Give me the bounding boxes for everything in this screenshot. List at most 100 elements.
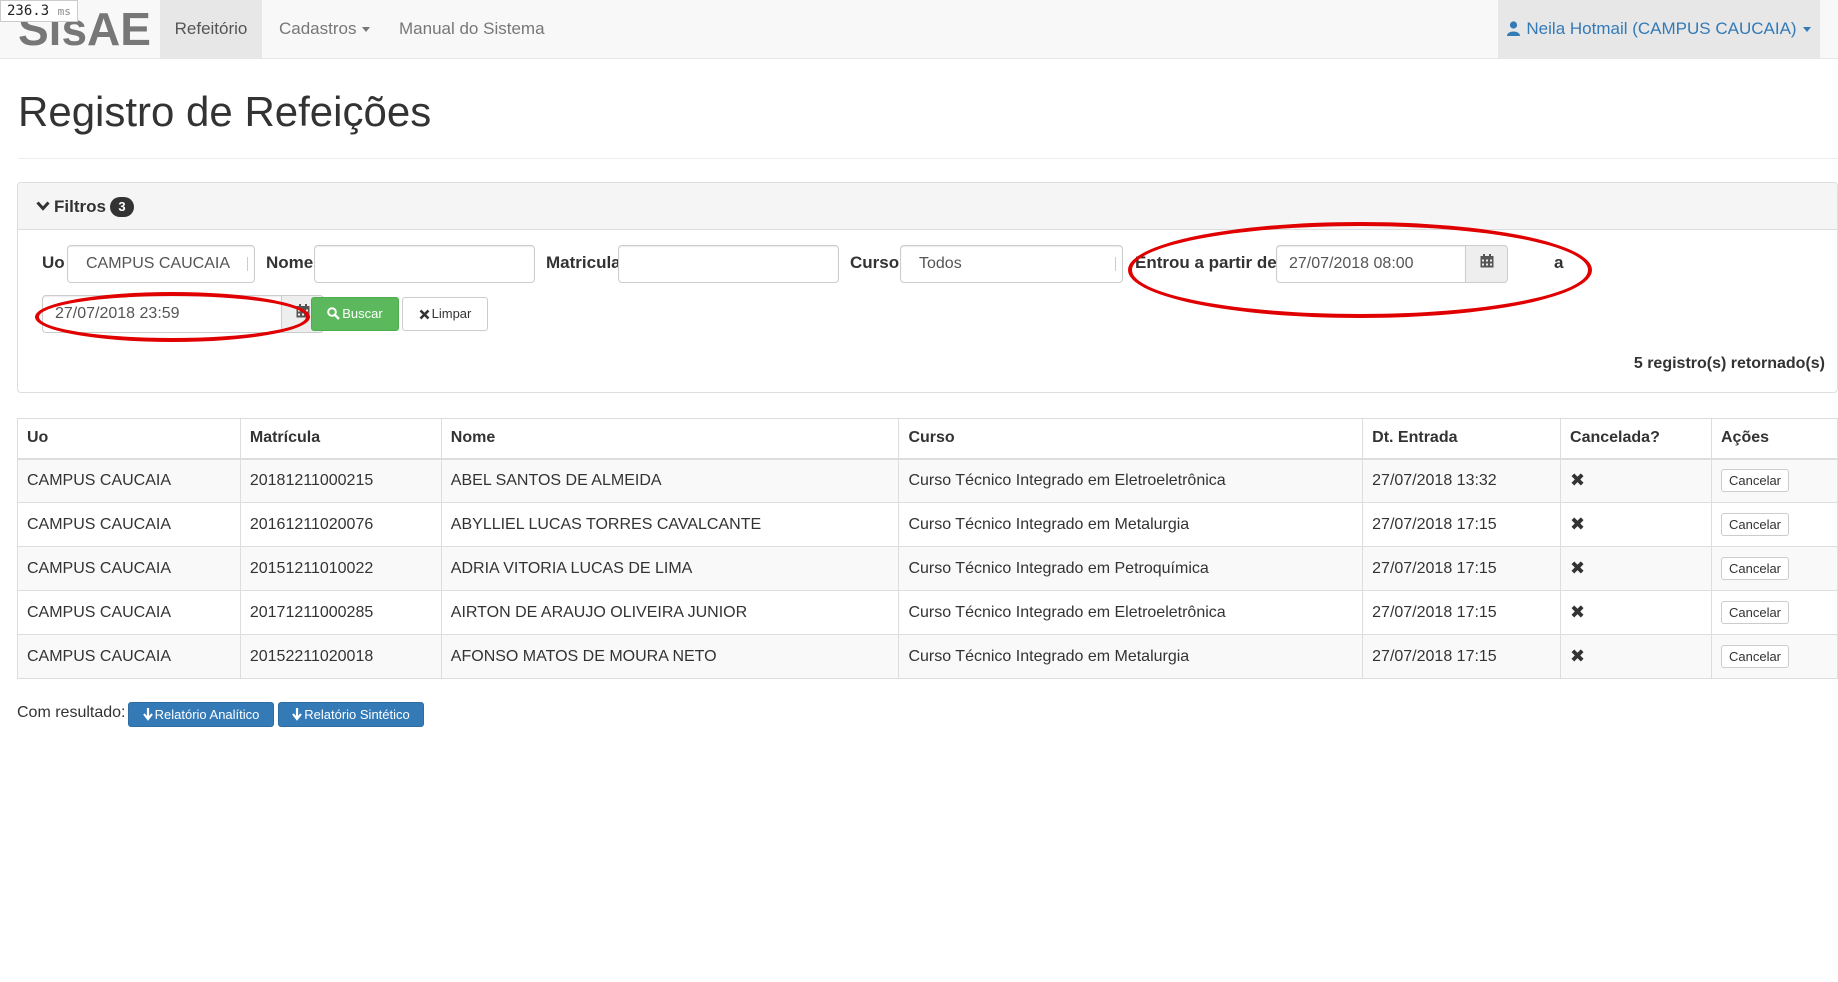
cell-uo: CAMPUS CAUCAIA	[17, 634, 241, 679]
relatorio-sintetico-label: Relatório Sintético	[304, 707, 410, 722]
filter-panel-toggle[interactable]: Filtros 3	[18, 183, 1837, 230]
user-name: Neila Hotmail (CAMPUS CAUCAIA)	[1526, 19, 1797, 38]
relatorio-analitico-label: Relatório Analítico	[154, 707, 260, 722]
caret-down-icon	[362, 27, 371, 33]
cell-matricula: 20161211020076	[239, 502, 442, 547]
nav-item-label: Refeitório	[174, 19, 248, 38]
nav-item-cadastros[interactable]: Cadastros	[279, 0, 371, 58]
top-navbar: SisAE Refeitório Cadastros Manual do Sis…	[0, 0, 1838, 59]
cell-nome: ADRIA VITORIA LUCAS DE LIMA	[440, 546, 900, 591]
filter-panel: Filtros 3 Uo CAMPUS CAUCAIA Nome Matricul…	[17, 182, 1838, 393]
cancelar-button[interactable]: Cancelar	[1720, 469, 1790, 493]
uo-select[interactable]: CAMPUS CAUCAIA	[67, 245, 255, 283]
cancelar-button[interactable]: Cancelar	[1720, 513, 1790, 536]
timer-unit: ms	[57, 5, 71, 18]
render-timer: 236.3 ms	[0, 0, 78, 22]
download-arrow-icon	[292, 708, 303, 721]
column-header: Ações	[1710, 418, 1838, 460]
cell-uo: CAMPUS CAUCAIA	[17, 590, 241, 635]
table-header-row: Uo Matrícula Nome Curso Dt. Entrada Canc…	[17, 418, 1838, 460]
select-arrow-icon	[247, 257, 252, 271]
matricula-input[interactable]	[618, 245, 839, 283]
title-divider	[18, 158, 1838, 159]
cell-cancelada: ✖	[1560, 634, 1712, 679]
cell-acoes: Cancelar	[1710, 634, 1838, 679]
table-row: CAMPUS CAUCAIA 20151211010022 ADRIA VITO…	[17, 546, 1838, 591]
cancelled-x-icon: ✖	[1570, 514, 1586, 534]
cancelled-x-icon: ✖	[1570, 558, 1586, 578]
column-header: Cancelada?	[1560, 418, 1712, 460]
relatorio-sintetico-button[interactable]: Relatório Sintético	[278, 702, 424, 727]
uo-select-value: CAMPUS CAUCAIA	[86, 255, 231, 272]
cell-entrada: 27/07/2018 17:15	[1362, 502, 1562, 547]
cell-nome: AIRTON DE ARAUJO OLIVEIRA JUNIOR	[440, 590, 900, 635]
entrou-label: Entrou a partir de	[1135, 253, 1277, 272]
relatorio-analitico-button[interactable]: Relatório Analítico	[128, 702, 274, 727]
cell-cancelada: ✖	[1560, 502, 1712, 547]
cell-acoes: Cancelar	[1710, 590, 1838, 635]
column-header: Nome	[440, 418, 900, 460]
table-row: CAMPUS CAUCAIA 20171211000285 AIRTON DE …	[17, 590, 1838, 635]
user-menu[interactable]: Neila Hotmail (CAMPUS CAUCAIA)	[1498, 0, 1820, 58]
cell-matricula: 20171211000285	[239, 590, 442, 635]
results-table: Uo Matrícula Nome Curso Dt. Entrada Canc…	[17, 418, 1838, 679]
cell-acoes: Cancelar	[1710, 502, 1838, 547]
close-icon	[419, 309, 430, 320]
cell-cancelada: ✖	[1560, 546, 1712, 591]
records-count: 5 registro(s) retornado(s)	[1633, 355, 1825, 372]
buscar-label: Buscar	[342, 306, 383, 321]
filter-heading: Filtros	[54, 197, 106, 216]
cell-acoes: Cancelar	[1710, 458, 1838, 503]
nome-input[interactable]	[314, 245, 535, 283]
nav-item-label: Cadastros	[279, 19, 357, 38]
cell-cancelada: ✖	[1560, 458, 1712, 503]
cell-curso: Curso Técnico Integrado em Petroquímica	[898, 546, 1364, 591]
column-header: Curso	[898, 418, 1364, 460]
table-row: CAMPUS CAUCAIA 20161211020076 ABYLLIEL L…	[17, 502, 1838, 547]
matricula-label: Matricula	[546, 253, 621, 272]
cell-curso: Curso Técnico Integrado em Metalurgia	[898, 502, 1364, 547]
cancelar-button[interactable]: Cancelar	[1720, 601, 1790, 624]
date-from-value: 27/07/2018 08:00	[1289, 255, 1414, 272]
cancelar-button[interactable]: Cancelar	[1720, 557, 1790, 580]
search-icon	[327, 307, 341, 320]
cell-nome: ABEL SANTOS DE ALMEIDA	[440, 458, 900, 503]
download-arrow-icon	[142, 708, 153, 721]
cancelled-x-icon: ✖	[1570, 470, 1586, 491]
timer-value: 236.3	[7, 3, 50, 19]
column-header: Uo	[17, 418, 241, 460]
calendar-icon	[1480, 254, 1493, 268]
caret-down-icon	[1802, 27, 1811, 33]
cell-matricula: 20152211020018	[239, 634, 442, 679]
buscar-button[interactable]: Buscar	[311, 297, 399, 331]
curso-select[interactable]: Todos	[900, 245, 1123, 283]
table-row: CAMPUS CAUCAIA 20152211020018 AFONSO MAT…	[17, 634, 1838, 679]
nome-label: Nome	[266, 253, 314, 272]
cell-curso: Curso Técnico Integrado em Eletroeletrôn…	[898, 458, 1364, 503]
cell-matricula: 20181211000215	[239, 458, 442, 503]
cell-entrada: 27/07/2018 13:32	[1362, 458, 1562, 503]
chevron-down-icon	[36, 183, 50, 229]
curso-select-value: Todos	[919, 255, 962, 272]
calendar-icon	[296, 304, 309, 318]
filter-count-badge: 3	[109, 197, 134, 217]
date-from-input[interactable]: 27/07/2018 08:00	[1276, 245, 1466, 283]
limpar-label: Limpar	[431, 306, 472, 321]
nav-item-manual[interactable]: Manual do Sistema	[399, 0, 545, 58]
column-header: Matrícula	[239, 418, 442, 460]
uo-label: Uo	[42, 253, 65, 272]
limpar-button[interactable]: Limpar	[402, 297, 488, 331]
nav-item-refeitorio[interactable]: Refeitório	[160, 0, 262, 58]
cancelar-button[interactable]: Cancelar	[1720, 645, 1790, 668]
cell-nome: AFONSO MATOS DE MOURA NETO	[440, 634, 900, 679]
cell-acoes: Cancelar	[1710, 546, 1838, 591]
date-from-calendar-button[interactable]	[1465, 245, 1508, 283]
cancelled-x-icon: ✖	[1570, 646, 1586, 666]
date-to-input[interactable]: 27/07/2018 23:59	[42, 295, 282, 333]
cell-entrada: 27/07/2018 17:15	[1362, 546, 1562, 591]
page-title: Registro de Refeições	[18, 88, 432, 135]
cell-uo: CAMPUS CAUCAIA	[17, 458, 241, 503]
nav-item-label: Manual do Sistema	[399, 19, 545, 38]
user-icon	[1507, 2, 1521, 60]
cell-matricula: 20151211010022	[239, 546, 442, 591]
